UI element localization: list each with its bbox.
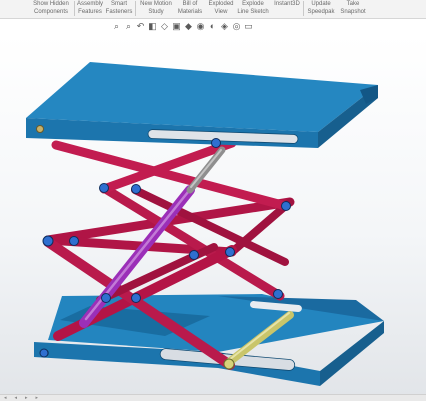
pivot-pin[interactable]: [42, 235, 54, 247]
pivot-pin[interactable]: [225, 247, 235, 257]
zoom-area-icon[interactable]: ⌕: [124, 21, 133, 31]
display-style-icon[interactable]: ◆: [184, 21, 193, 31]
apply-scene-icon[interactable]: ◈: [220, 21, 229, 31]
exploded-view-button[interactable]: Exploded View: [206, 0, 236, 16]
pivot-pin[interactable]: [189, 250, 199, 260]
status-icon: ◂: [4, 395, 7, 401]
graphics-area[interactable]: [0, 34, 426, 395]
pivot-pin[interactable]: [281, 201, 291, 211]
view-settings-icon[interactable]: ◎: [232, 21, 241, 31]
pivot-pin[interactable]: [131, 293, 141, 303]
update-speedpak-button[interactable]: Update Speedpak: [305, 0, 337, 16]
top-mount-pin: [36, 125, 44, 133]
pivot-pin[interactable]: [99, 183, 109, 193]
hide-show-icon[interactable]: ◉: [196, 21, 205, 31]
status-icon: ▸: [25, 395, 28, 401]
bill-of-materials-button[interactable]: Bill of Materials: [175, 0, 205, 16]
pivot-pin[interactable]: [273, 289, 283, 299]
smart-fasteners-button[interactable]: Smart Fasteners: [104, 0, 134, 16]
scissor-arm[interactable]: [51, 140, 291, 211]
view-orientation-icon[interactable]: ▣: [172, 21, 181, 31]
dynamic-annotation-icon[interactable]: ◇: [160, 21, 169, 31]
status-bar: ◂ ◂ ▸ ▸: [0, 394, 426, 401]
pivot-pin[interactable]: [39, 348, 49, 358]
new-motion-study-button[interactable]: New Motion Study: [137, 0, 175, 16]
edit-appearance-icon[interactable]: ◐: [208, 21, 217, 31]
previous-view-icon[interactable]: ↶: [136, 21, 145, 31]
display-pane-icon[interactable]: ▭: [244, 21, 253, 31]
assembly-features-button[interactable]: Assembly Features: [76, 0, 104, 16]
zoom-to-fit-icon[interactable]: ⌕: [112, 21, 121, 31]
section-view-icon[interactable]: ◧: [148, 21, 157, 31]
pivot-pin[interactable]: [101, 293, 111, 303]
explode-line-sketch-button[interactable]: Explode Line Sketch: [236, 0, 270, 16]
ribbon-separator: [74, 1, 75, 16]
status-icon: ◂: [14, 395, 18, 401]
heads-up-view-toolbar: ⌕ ⌕ ↶ ◧ ◇ ▣ ◆ ◉ ◐ ◈ ◎ ▭: [112, 19, 253, 33]
ribbon-separator: [135, 1, 136, 16]
pivot-pin[interactable]: [69, 236, 79, 246]
scissor-lift-model[interactable]: [0, 34, 426, 395]
pivot-pin[interactable]: [131, 184, 141, 194]
roller-end-pin: [223, 358, 235, 370]
pivot-pin[interactable]: [211, 138, 221, 148]
ribbon-separator: [303, 1, 304, 16]
instant3d-button[interactable]: Instant3D: [272, 0, 302, 8]
show-hidden-components-button[interactable]: Show Hidden Components: [30, 0, 72, 16]
status-icon: ▸: [35, 395, 39, 401]
take-snapshot-button[interactable]: Take Snapshot: [337, 0, 369, 16]
command-manager-ribbon: Show Hidden Components Assembly Features…: [0, 0, 426, 19]
